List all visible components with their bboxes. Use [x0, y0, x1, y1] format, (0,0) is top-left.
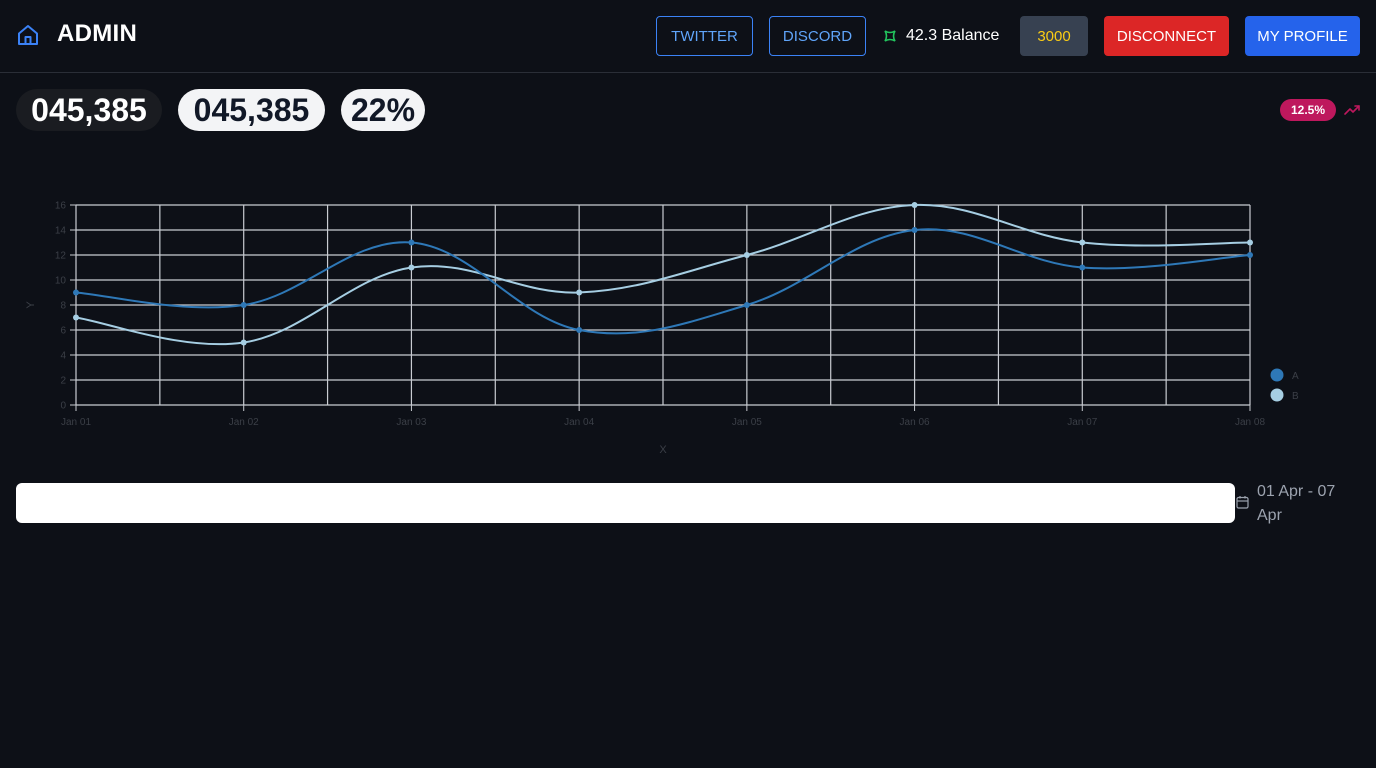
data-point-B: [408, 264, 415, 271]
twitter-button[interactable]: TWITTER: [656, 16, 753, 56]
balance-text: 42.3 Balance: [906, 27, 1000, 44]
data-point-B: [1079, 239, 1086, 246]
stat-pill: 045,385: [178, 89, 325, 131]
y-tick-label: 6: [60, 326, 66, 337]
data-point-B: [1247, 239, 1253, 246]
y-tick-label: 12: [55, 251, 67, 262]
y-tick-label: 0: [60, 401, 66, 412]
x-tick-label: Jan 01: [61, 417, 91, 428]
stat-pill: 045,385: [16, 89, 162, 131]
data-point-B: [743, 252, 750, 258]
x-tick-label: Jan 05: [732, 417, 762, 428]
data-point-A: [743, 302, 750, 308]
y-tick-label: 8: [60, 301, 66, 312]
brand-title: ADMIN: [57, 20, 138, 47]
disconnect-button[interactable]: DISCONNECT: [1104, 16, 1229, 56]
data-point-B: [576, 289, 583, 296]
trend-badge: 12.5%: [1280, 99, 1336, 121]
y-tick-label: 14: [55, 226, 67, 237]
data-point-A: [408, 239, 415, 246]
y-axis-label: Y: [25, 301, 37, 309]
data-point-B: [240, 339, 247, 346]
trending-up-icon: [1344, 105, 1360, 115]
top-header: ADMIN TWITTER DISCORD 42.3 Balance 3000 …: [0, 0, 1376, 73]
x-tick-label: Jan 08: [1235, 417, 1265, 428]
x-tick-label: Jan 02: [229, 417, 259, 428]
legend-swatch-A: [1270, 368, 1284, 382]
x-tick-label: Jan 04: [564, 417, 594, 428]
x-tick-label: Jan 07: [1067, 417, 1097, 428]
data-point-A: [240, 302, 247, 308]
date-range-bar[interactable]: [16, 483, 1235, 523]
y-tick-label: 10: [55, 276, 67, 287]
legend-label: A: [1292, 371, 1299, 382]
y-tick-label: 16: [55, 201, 67, 212]
data-point-A: [1079, 264, 1086, 271]
date-range-text[interactable]: 01 Apr - 07 Apr: [1257, 480, 1361, 528]
credits-button[interactable]: 3000: [1020, 16, 1088, 56]
my-profile-button[interactable]: MY PROFILE: [1245, 16, 1360, 56]
x-tick-label: Jan 03: [396, 417, 426, 428]
data-point-B: [73, 314, 79, 321]
legend-label: B: [1292, 391, 1299, 402]
token-icon: [884, 30, 896, 42]
balance-display: 42.3 Balance: [882, 26, 999, 46]
data-point-A: [1247, 252, 1253, 258]
x-axis-label: X: [659, 444, 667, 456]
data-point-A: [911, 227, 918, 233]
y-tick-label: 2: [60, 376, 66, 387]
data-point-B: [911, 202, 918, 208]
calendar-icon[interactable]: [1236, 495, 1249, 509]
line-chart: 0 2 4 6 8 10 12 14 16 Jan 01 Jan 02 Jan 03 Jan 04 Jan…: [25, 201, 1299, 457]
stat-pill: 22%: [341, 89, 425, 131]
discord-button[interactable]: DISCORD: [769, 16, 866, 56]
home-icon[interactable]: [16, 23, 40, 47]
y-tick-label: 4: [60, 351, 66, 362]
data-point-A: [576, 327, 583, 333]
data-point-A: [73, 289, 79, 296]
x-tick-label: Jan 06: [900, 417, 930, 428]
legend-swatch-B: [1270, 388, 1284, 402]
